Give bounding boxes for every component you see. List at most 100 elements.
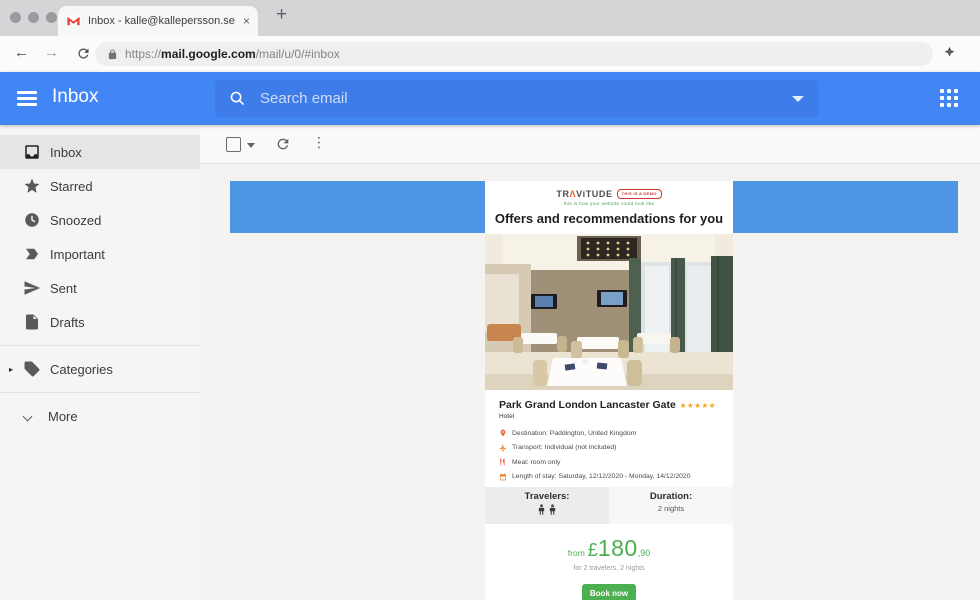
sidebar-item-more[interactable]: More: [0, 399, 200, 433]
tag-icon: [23, 360, 41, 378]
sidebar-divider: [0, 392, 200, 393]
sidebar-item-categories[interactable]: ▸ Categories: [0, 352, 200, 386]
search-icon[interactable]: [229, 90, 246, 107]
search-input[interactable]: Search email: [260, 90, 778, 107]
plane-icon: [499, 444, 507, 452]
window-close-button[interactable]: [10, 12, 21, 23]
detail-row: Length of stay: Saturday, 12/12/2020 - M…: [499, 473, 719, 481]
sidebar-item-label: Categories: [50, 362, 113, 377]
meal-icon: [499, 458, 507, 466]
summary-band: Travelers: Duration: 2 nights: [485, 487, 733, 524]
page-title: Inbox: [52, 86, 98, 108]
sidebar-item-label: Starred: [50, 179, 93, 194]
duration-label: Duration:: [609, 491, 733, 502]
duration-cell: Duration: 2 nights: [609, 487, 733, 524]
sidebar-item-label: Sent: [50, 281, 77, 296]
book-now-button[interactable]: Book now: [582, 584, 636, 600]
hotel-photo: [485, 234, 733, 390]
detail-row: Transport: Individual (not included): [499, 444, 719, 452]
extension-icon[interactable]: [943, 46, 956, 59]
select-caret-icon[interactable]: [247, 143, 255, 148]
window-zoom-button[interactable]: [46, 12, 57, 23]
sidebar-item-label: Drafts: [50, 315, 85, 330]
duration-value: 2 nights: [609, 504, 733, 513]
travitude-logo: TRΛViTUDE: [556, 189, 612, 199]
sidebar-item-label: Important: [50, 247, 105, 262]
refresh-button[interactable]: [275, 136, 291, 152]
inbox-icon: [23, 143, 41, 161]
search-options-caret-icon[interactable]: [792, 96, 804, 102]
tab-title: Inbox - kalle@kallepersson.se: [88, 15, 236, 27]
url-path: /mail/u/0/#inbox: [256, 47, 340, 61]
url-host: mail.google.com: [161, 47, 256, 61]
detail-row: Meal: room only: [499, 458, 719, 466]
menu-icon[interactable]: [17, 91, 37, 109]
address-bar[interactable]: https://mail.google.com/mail/u/0/#inbox: [95, 42, 933, 66]
star-rating: ★★★★★: [680, 401, 716, 410]
new-tab-button[interactable]: +: [276, 4, 287, 26]
apps-grid-icon[interactable]: [940, 89, 958, 107]
clock-icon: [23, 211, 41, 229]
send-icon: [23, 279, 41, 297]
window-controls: [10, 12, 57, 23]
travelers-label: Travelers:: [485, 491, 609, 502]
sidebar-item-sent[interactable]: Sent: [0, 271, 200, 305]
sidebar-item-label: More: [48, 409, 78, 424]
travelers-icons: [485, 504, 609, 515]
window-minimize-button[interactable]: [28, 12, 39, 23]
location-icon: [499, 429, 507, 437]
select-all-checkbox[interactable]: [226, 137, 241, 152]
hotel-name: Park Grand London Lancaster Gate★★★★★: [499, 399, 719, 411]
sidebar-item-label: Snoozed: [50, 213, 101, 228]
lock-icon: [107, 49, 118, 60]
sidebar-item-snoozed[interactable]: Snoozed: [0, 203, 200, 237]
travelers-cell: Travelers:: [485, 487, 609, 524]
important-icon: [23, 245, 41, 263]
demo-badge: this is a demo: [617, 189, 662, 199]
detail-text: Transport: Individual (not included): [512, 444, 616, 451]
price-prefix: from: [568, 548, 585, 558]
sidebar-item-starred[interactable]: Starred: [0, 169, 200, 203]
price-currency: £: [588, 540, 598, 560]
price-amount: 180: [598, 535, 638, 561]
draft-icon: [23, 313, 41, 331]
price-line: from£180,90: [485, 535, 733, 562]
reload-button[interactable]: [76, 46, 91, 61]
calendar-icon: [499, 473, 507, 481]
search-bar[interactable]: Search email: [215, 80, 818, 117]
sidebar-item-important[interactable]: Important: [0, 237, 200, 271]
chevron-down-icon: [24, 413, 32, 421]
email-card: TRΛViTUDE this is a demo this is how you…: [485, 181, 733, 600]
detail-text: Length of stay: Saturday, 12/12/2020 - M…: [512, 473, 690, 480]
sidebar-divider: [0, 345, 200, 346]
back-button[interactable]: ←: [14, 44, 29, 61]
more-options-icon[interactable]: ⋮: [312, 134, 326, 151]
sidebar-item-label: Inbox: [50, 145, 82, 160]
hotel-type: Hotel: [499, 413, 719, 420]
person-icon: [549, 504, 556, 515]
url-text: https://mail.google.com/mail/u/0/#inbox: [125, 47, 340, 61]
gmail-favicon-icon: [66, 15, 81, 27]
forward-button[interactable]: →: [44, 44, 59, 61]
email-heading: Offers and recommendations for you: [485, 211, 733, 226]
url-bar: ← → https://mail.google.com/mail/u/0/#in…: [0, 36, 980, 72]
price-note: for 2 travelers, 2 nights: [485, 565, 733, 572]
mail-toolbar: ⋮: [200, 125, 980, 164]
detail-row: Destination: Paddington, United Kingdom: [499, 429, 719, 437]
star-icon: [23, 177, 41, 195]
detail-text: Destination: Paddington, United Kingdom: [512, 430, 636, 437]
sidebar: Inbox Starred Snoozed Important Sent Dra…: [0, 125, 200, 600]
tab-bar: Inbox - kalle@kallepersson.se × +: [0, 0, 980, 36]
expander-icon[interactable]: ▸: [9, 365, 13, 374]
browser-tab[interactable]: Inbox - kalle@kallepersson.se ×: [58, 6, 258, 36]
person-icon: [538, 504, 545, 515]
price-decimals: ,90: [638, 548, 651, 558]
sidebar-item-drafts[interactable]: Drafts: [0, 305, 200, 339]
tab-close-icon[interactable]: ×: [243, 14, 250, 28]
hotel-details: Destination: Paddington, United Kingdom …: [499, 429, 719, 481]
url-protocol: https://: [125, 47, 161, 61]
sidebar-item-inbox[interactable]: Inbox: [0, 135, 200, 169]
brand-tagline: this is how your website could look like: [485, 201, 733, 206]
detail-text: Meal: room only: [512, 459, 560, 466]
brand-row: TRΛViTUDE this is a demo: [485, 189, 733, 199]
